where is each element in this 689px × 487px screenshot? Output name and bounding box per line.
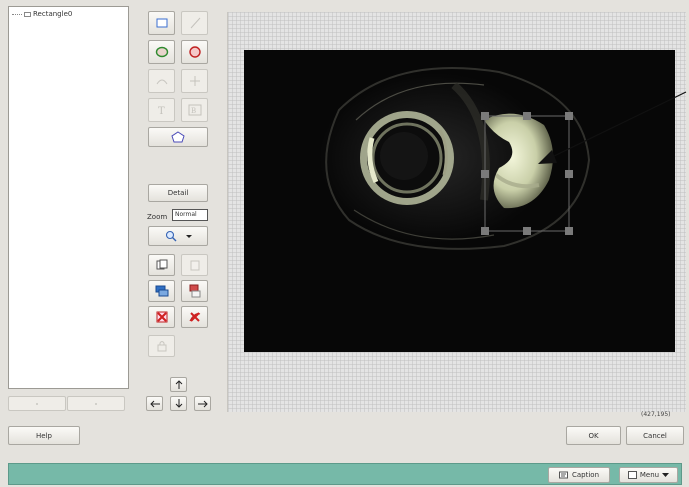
move-down-button[interactable] [170,396,187,411]
menu-button[interactable]: Menu [619,467,678,483]
bottle-image-graphic [319,67,591,250]
tree-connector [12,13,22,15]
copy-button[interactable] [148,254,175,276]
dot-icon [95,402,97,405]
next-button[interactable] [67,396,125,411]
paste-icon [190,260,199,271]
caption-label: Caption [571,471,600,479]
text-icon: T [158,106,165,116]
color-fill-button[interactable] [148,280,175,302]
svg-text:T: T [158,106,165,116]
cross-icon [189,76,200,86]
svg-text:B: B [191,107,196,115]
tree-item-label: Rectangle0 [33,10,73,18]
annotation-tree[interactable]: Rectangle0 [8,6,129,389]
delete-icon [156,311,167,323]
tree-item-rectangle0[interactable]: Rectangle0 [12,10,72,18]
delete-all-icon [188,312,200,322]
cross-tool-button[interactable] [181,69,208,93]
caption-icon [558,471,568,479]
arc-tool-button[interactable] [148,69,175,93]
cursor-coordinates: (427,195) [641,411,671,418]
ellipse-icon [155,46,168,58]
ellipse-tool-button[interactable] [148,40,175,64]
paint-icon [189,284,200,298]
copy-icon [156,259,167,270]
arrow-right-icon [197,400,208,407]
arc-icon [156,79,167,85]
arrow-down-icon [175,399,182,408]
delete-all-button[interactable] [181,306,208,328]
previous-button[interactable] [8,396,66,411]
dot-icon [36,402,38,405]
polygon-icon [171,131,185,143]
delete-button[interactable] [148,306,175,328]
move-up-button[interactable] [170,377,187,392]
zoom-field[interactable]: Normal [172,209,208,221]
text-box-tool-button[interactable]: B [181,98,208,122]
paste-button[interactable] [181,254,208,276]
zoom-label: Zoom [147,213,168,221]
text-tool-button[interactable]: T [148,98,175,122]
lock-icon [157,341,166,352]
rectangle-node-icon [24,11,31,17]
zoom-dropdown[interactable] [148,226,208,246]
detail-button[interactable]: Detail [148,184,208,202]
circle-icon [188,46,201,58]
menu-label: Menu [639,471,660,479]
line-icon [190,17,200,29]
circle-tool-button[interactable] [181,40,208,64]
caption-button[interactable]: Caption [548,467,610,483]
line-tool-button[interactable] [181,11,208,35]
rectangle-icon [156,18,167,28]
polygon-tool-button[interactable] [148,127,208,147]
color-fill-icon [155,285,168,297]
help-button[interactable]: Help [8,426,80,445]
move-left-button[interactable] [146,396,163,411]
cancel-button[interactable]: Cancel [626,426,684,445]
rectangle-tool-button[interactable] [148,11,175,35]
text-box-icon: B [188,104,201,116]
menu-icon [627,471,637,479]
magnifier-dropdown-icon [165,230,192,242]
ok-button[interactable]: OK [566,426,621,445]
move-right-button[interactable] [194,396,211,411]
paint-button[interactable] [181,280,208,302]
lock-button[interactable] [148,335,175,357]
arrow-left-icon [149,400,160,407]
chevron-down-icon [662,472,670,477]
arrow-up-icon [175,380,182,389]
inspection-image[interactable] [244,50,675,352]
